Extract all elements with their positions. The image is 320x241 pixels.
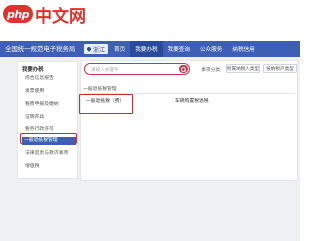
nav-tax-handling[interactable]: 我要办税: [130, 41, 163, 57]
nav-query[interactable]: 我要查询: [163, 41, 195, 57]
item-highlight-box: [79, 94, 133, 114]
app-title: 全国统一规范电子税务局: [5, 46, 76, 53]
top-header: 全国统一规范电子税务局 浙江 首页 我要办税 我要查询 公众服务 纳税信用: [0, 41, 300, 57]
section-title: 一般退抵税管理: [83, 87, 117, 92]
nav-public-service[interactable]: 公众服务: [195, 41, 227, 57]
sidebar-item-declaration[interactable]: 税费申报及缴纳: [23, 101, 75, 109]
location-pin-icon: [87, 47, 91, 52]
logo-text: 中文网: [35, 6, 86, 27]
sidebar-item-info-report[interactable]: 综合信息报告: [23, 75, 75, 83]
nav-home[interactable]: 首页: [109, 41, 130, 57]
main-panel: [80, 60, 298, 181]
filter-account-type-button[interactable]: 按纳税户类型: [263, 64, 297, 73]
service-item-vehicle-tax-refund[interactable]: 车辆购置税退税: [175, 97, 209, 104]
sidebar-item-invoice[interactable]: 发票使用: [23, 88, 75, 96]
site-logo: php 中文网: [3, 3, 86, 27]
sidebar: 我要办税 综合信息报告 发票使用 税费申报及缴纳 证明开具 税务行政许可 一般退…: [17, 61, 78, 179]
filter-taxpayer-type-button[interactable]: 所属纳税人类型: [226, 64, 260, 73]
sidebar-item-certificate[interactable]: 证明开具: [23, 114, 75, 122]
sidebar-heading: 我要办税: [22, 67, 44, 73]
filter-label: 事项分类:: [201, 68, 222, 73]
sidebar-highlight-box: [20, 133, 77, 144]
search-box: [84, 63, 190, 75]
region-label: 浙江: [93, 47, 106, 54]
main-nav: 首页 我要办税 我要查询 公众服务 纳税信用: [109, 41, 260, 57]
search-icon[interactable]: [179, 65, 188, 73]
nav-tax-credit[interactable]: 纳税信用: [227, 41, 259, 57]
region-selector[interactable]: 浙江: [84, 44, 109, 54]
sidebar-item-vat[interactable]: 增值税: [23, 163, 75, 171]
sidebar-item-legal-remedy[interactable]: 法律追责与救济事项: [23, 150, 75, 158]
search-input[interactable]: [91, 66, 177, 73]
php-logo-badge: php: [3, 5, 33, 23]
